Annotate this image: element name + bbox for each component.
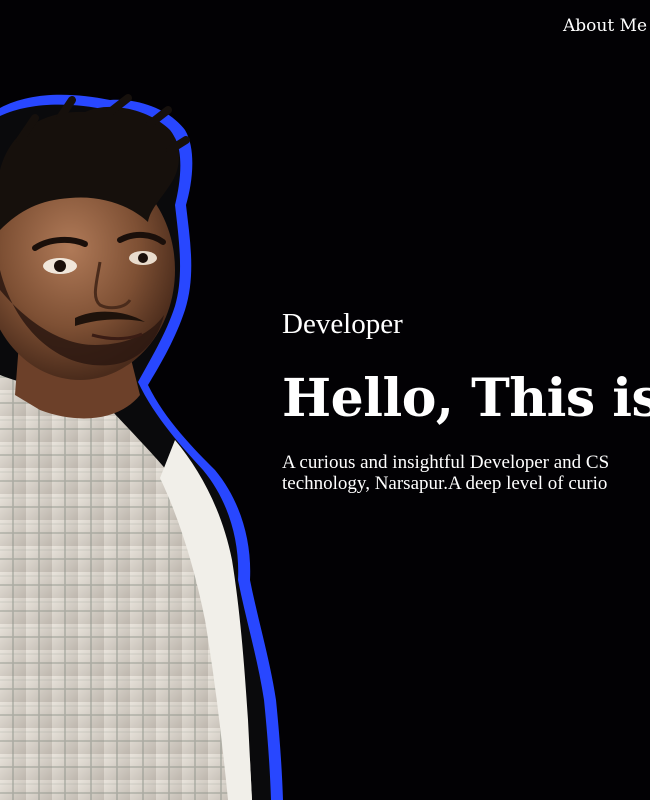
bio-text: A curious and insightful Developer and C… — [282, 452, 610, 494]
profile-photo — [0, 94, 283, 800]
role-subtitle: Developer — [282, 308, 403, 340]
nav-about-me-link[interactable]: About Me — [563, 16, 647, 36]
top-nav: About Me — [563, 16, 647, 36]
hero-section: Developer Hello, This is A curious and i… — [282, 306, 650, 494]
hero-headline: Hello, This is — [282, 368, 650, 429]
page: About Me Developer Hello, This is A curi… — [0, 0, 650, 800]
